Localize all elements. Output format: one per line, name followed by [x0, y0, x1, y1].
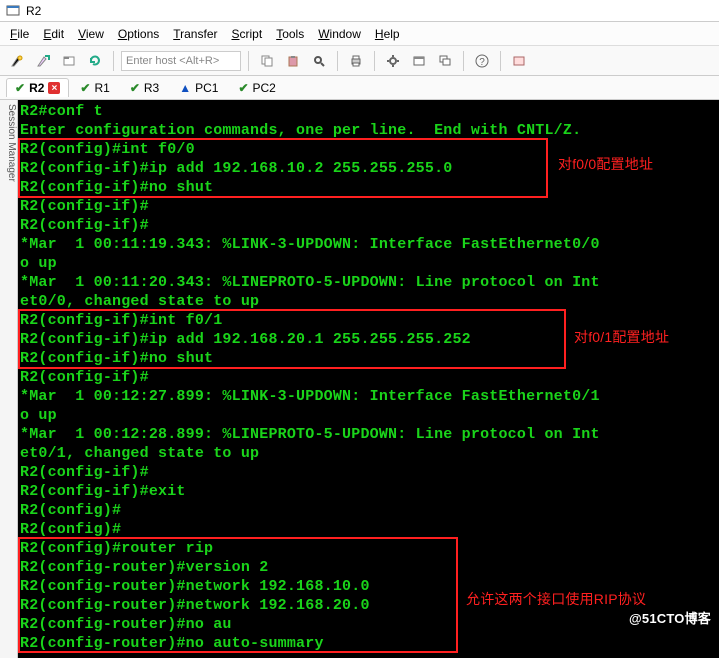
terminal-line: R2(config)# [20, 501, 717, 520]
tab-pc1[interactable]: ▲ PC1 [170, 78, 227, 97]
terminal-line: R2(config-if)#ip add 192.168.20.1 255.25… [20, 330, 717, 349]
terminal-line: R2(config-if)# [20, 216, 717, 235]
terminal-line: *Mar 1 00:11:19.343: %LINK-3-UPDOWN: Int… [20, 235, 717, 254]
print-icon[interactable] [345, 50, 367, 72]
svg-text:?: ? [479, 57, 485, 68]
terminal-line: *Mar 1 00:11:20.343: %LINEPROTO-5-UPDOWN… [20, 273, 717, 292]
terminal-line: R2(config-router)#no auto-summary [20, 634, 717, 653]
toolbar-divider [248, 51, 249, 71]
terminal-line: R2(config)#router rip [20, 539, 717, 558]
sidebar-label: Session Manager [6, 104, 17, 182]
help-icon[interactable]: ? [471, 50, 493, 72]
terminal-line: R2(config-if)# [20, 197, 717, 216]
tab-pc2[interactable]: ✔ PC2 [229, 78, 284, 97]
menu-edit[interactable]: Edit [43, 27, 64, 41]
tab-r2[interactable]: ✔ R2 × [6, 78, 69, 97]
terminal-line: R2(config-router)#network 192.168.20.0 [20, 596, 717, 615]
app-icon [6, 4, 20, 18]
toolbar-divider [113, 51, 114, 71]
terminal-line: R2(config-if)#ip add 192.168.10.2 255.25… [20, 159, 717, 178]
quick-connect-icon[interactable] [32, 50, 54, 72]
terminal-line: R2(config)#int f0/0 [20, 140, 717, 159]
titlebar: R2 [0, 0, 719, 22]
terminal-line: R2(config-router)#network 192.168.10.0 [20, 577, 717, 596]
terminal-line: R2(config-if)#int f0/1 [20, 311, 717, 330]
terminal-line: R2(config-router)#no au [20, 615, 717, 634]
warn-icon: ▲ [179, 81, 191, 95]
check-icon: ✔ [238, 81, 248, 95]
terminal-line: R2(config-if)#exit [20, 482, 717, 501]
session-tabs: ✔ R2 × ✔ R1 ✔ R3 ▲ PC1 ✔ PC2 [0, 76, 719, 100]
reconnect-icon[interactable] [84, 50, 106, 72]
terminal-line: R2(config-if)#no shut [20, 178, 717, 197]
tab-label: PC1 [195, 81, 218, 95]
connect-icon[interactable] [6, 50, 28, 72]
new-window-icon[interactable] [408, 50, 430, 72]
terminal-line: Enter configuration commands, one per li… [20, 121, 717, 140]
toolbar-divider [500, 51, 501, 71]
menu-script[interactable]: Script [232, 27, 263, 41]
terminal-line: R2(config-if)#no shut [20, 349, 717, 368]
toolbar-divider [337, 51, 338, 71]
menu-tools[interactable]: Tools [276, 27, 304, 41]
toolbar-divider [374, 51, 375, 71]
terminal-line: *Mar 1 00:12:28.899: %LINEPROTO-5-UPDOWN… [20, 425, 717, 444]
tab-r1[interactable]: ✔ R1 [71, 78, 118, 97]
cascade-icon[interactable] [434, 50, 456, 72]
workspace: Session Manager R2#conf t Enter configur… [0, 100, 719, 658]
toggle-icon[interactable] [508, 50, 530, 72]
terminal-line: R2(config-if)# [20, 463, 717, 482]
host-input[interactable]: Enter host <Alt+R> [121, 51, 241, 71]
host-placeholder: Enter host <Alt+R> [126, 55, 219, 67]
watermark: @51CTO博客 [629, 609, 711, 628]
connect-tab-icon[interactable] [58, 50, 80, 72]
terminal-line: R2(config)# [20, 520, 717, 539]
terminal-line: R2#conf t [20, 102, 717, 121]
tab-label: R1 [94, 81, 109, 95]
check-icon: ✔ [130, 81, 140, 95]
copy-icon[interactable] [256, 50, 278, 72]
menubar: File Edit View Options Transfer Script T… [0, 22, 719, 46]
terminal[interactable]: R2#conf t Enter configuration commands, … [18, 100, 719, 658]
menu-file[interactable]: File [10, 27, 29, 41]
tab-label: PC2 [253, 81, 276, 95]
toolbar: Enter host <Alt+R> ? [0, 46, 719, 76]
menu-help[interactable]: Help [375, 27, 400, 41]
tab-label: R3 [144, 81, 159, 95]
terminal-line: R2(config-if)# [20, 368, 717, 387]
settings-icon[interactable] [382, 50, 404, 72]
menu-transfer[interactable]: Transfer [173, 27, 217, 41]
menu-options[interactable]: Options [118, 27, 159, 41]
tab-label: R2 [29, 81, 44, 95]
find-icon[interactable] [308, 50, 330, 72]
terminal-line: o up [20, 406, 717, 425]
terminal-line: et0/0, changed state to up [20, 292, 717, 311]
terminal-line: o up [20, 254, 717, 273]
terminal-line: *Mar 1 00:12:27.899: %LINK-3-UPDOWN: Int… [20, 387, 717, 406]
check-icon: ✔ [15, 81, 25, 95]
session-manager-sidebar[interactable]: Session Manager [0, 100, 18, 658]
toolbar-divider [463, 51, 464, 71]
check-icon: ✔ [80, 81, 90, 95]
tab-r3[interactable]: ✔ R3 [121, 78, 168, 97]
paste-icon[interactable] [282, 50, 304, 72]
terminal-line: et0/1, changed state to up [20, 444, 717, 463]
terminal-line: R2(config-router)#version 2 [20, 558, 717, 577]
window-title: R2 [26, 4, 41, 18]
menu-window[interactable]: Window [318, 27, 361, 41]
close-icon[interactable]: × [48, 82, 60, 94]
menu-view[interactable]: View [78, 27, 104, 41]
